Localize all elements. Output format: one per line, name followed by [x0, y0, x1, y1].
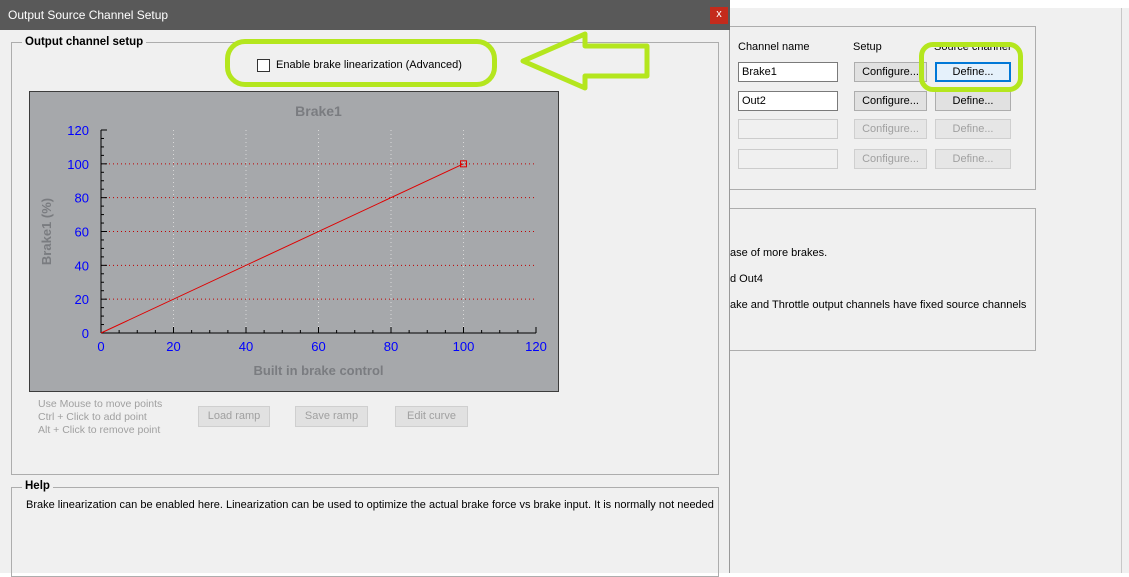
info-line-1: ase of more brakes.	[730, 247, 828, 259]
configure-button-4[interactable]: Configure...	[854, 149, 927, 169]
channel-name-header: Channel name	[738, 41, 810, 53]
define-highlight-annotation	[919, 42, 1023, 92]
configure-button-1[interactable]: Configure...	[854, 62, 927, 82]
info-line-3: ake and Throttle output channels have fi…	[730, 299, 1027, 311]
chart-x-tick-label: 120	[525, 339, 547, 354]
configure-button-3[interactable]: Configure...	[854, 119, 927, 139]
info-groupbox	[729, 208, 1036, 351]
parent-top-strip	[730, 0, 1129, 8]
hint-move-points: Use Mouse to move points	[38, 398, 163, 410]
window-title: Output Source Channel Setup	[8, 8, 169, 22]
brake-curve-chart[interactable]: Brake1 0 20 40 60 80 100 120 0 20 40 60 80 100 120 Buil…	[29, 91, 559, 392]
chart-title: Brake1	[295, 103, 342, 119]
chart-y-tick-label: 80	[75, 191, 89, 206]
title-bar[interactable]: Output Source Channel Setup x	[0, 0, 730, 30]
chart-x-tick-label: 80	[384, 339, 398, 354]
chart-x-tick-label: 20	[166, 339, 180, 354]
chart-y-tick-label: 20	[75, 292, 89, 307]
chart-series-line	[100, 163, 464, 334]
chart-y-tick-label: 60	[75, 225, 89, 240]
output-channel-setup-title: Output channel setup	[22, 36, 147, 48]
hint-remove-point: Alt + Click to remove point	[38, 424, 161, 436]
chart-y-tick-label: 100	[67, 157, 89, 172]
help-text: Brake linearization can be enabled here.…	[26, 499, 714, 511]
annotation-arrow-icon	[520, 31, 650, 91]
linearization-highlight-annotation	[225, 39, 497, 87]
configure-button-2[interactable]: Configure...	[854, 91, 927, 111]
chart-y-tick-label: 0	[82, 326, 89, 341]
chart-x-tick-label: 40	[239, 339, 253, 354]
help-title: Help	[22, 480, 53, 492]
chart-x-axis-label: Built in brake control	[253, 363, 383, 378]
chart-y-tick-label: 40	[75, 258, 89, 273]
chart-y-axis-label: Brake1 (%)	[39, 198, 54, 265]
edit-curve-button[interactable]: Edit curve	[395, 406, 468, 427]
define-button-2[interactable]: Define...	[935, 91, 1011, 111]
save-ramp-button[interactable]: Save ramp	[295, 406, 368, 427]
chart-y-tick-label: 120	[67, 123, 89, 138]
define-button-3[interactable]: Define...	[935, 119, 1011, 139]
channel-name-field-4[interactable]	[738, 149, 838, 169]
info-line-2: d Out4	[730, 273, 764, 285]
channel-name-field-1[interactable]: Brake1	[738, 62, 838, 82]
define-button-4[interactable]: Define...	[935, 149, 1011, 169]
chart-x-tick-label: 0	[97, 339, 104, 354]
parent-right-edge	[1121, 8, 1122, 573]
close-button[interactable]: x	[710, 7, 728, 24]
output-source-channel-setup-dialog: Output Source Channel Setup x Output cha…	[0, 0, 730, 577]
channel-name-field-2[interactable]: Out2	[738, 91, 838, 111]
setup-header: Setup	[853, 41, 882, 53]
chart-x-tick-label: 60	[311, 339, 325, 354]
load-ramp-button[interactable]: Load ramp	[198, 406, 270, 427]
chart-x-tick-label: 100	[453, 339, 475, 354]
chart-svg[interactable]: Brake1 0 20 40 60 80 100 120 0 20 40 60 80 100 120 Buil…	[30, 92, 560, 393]
hint-add-point: Ctrl + Click to add point	[38, 411, 147, 423]
channel-name-field-3[interactable]	[738, 119, 838, 139]
